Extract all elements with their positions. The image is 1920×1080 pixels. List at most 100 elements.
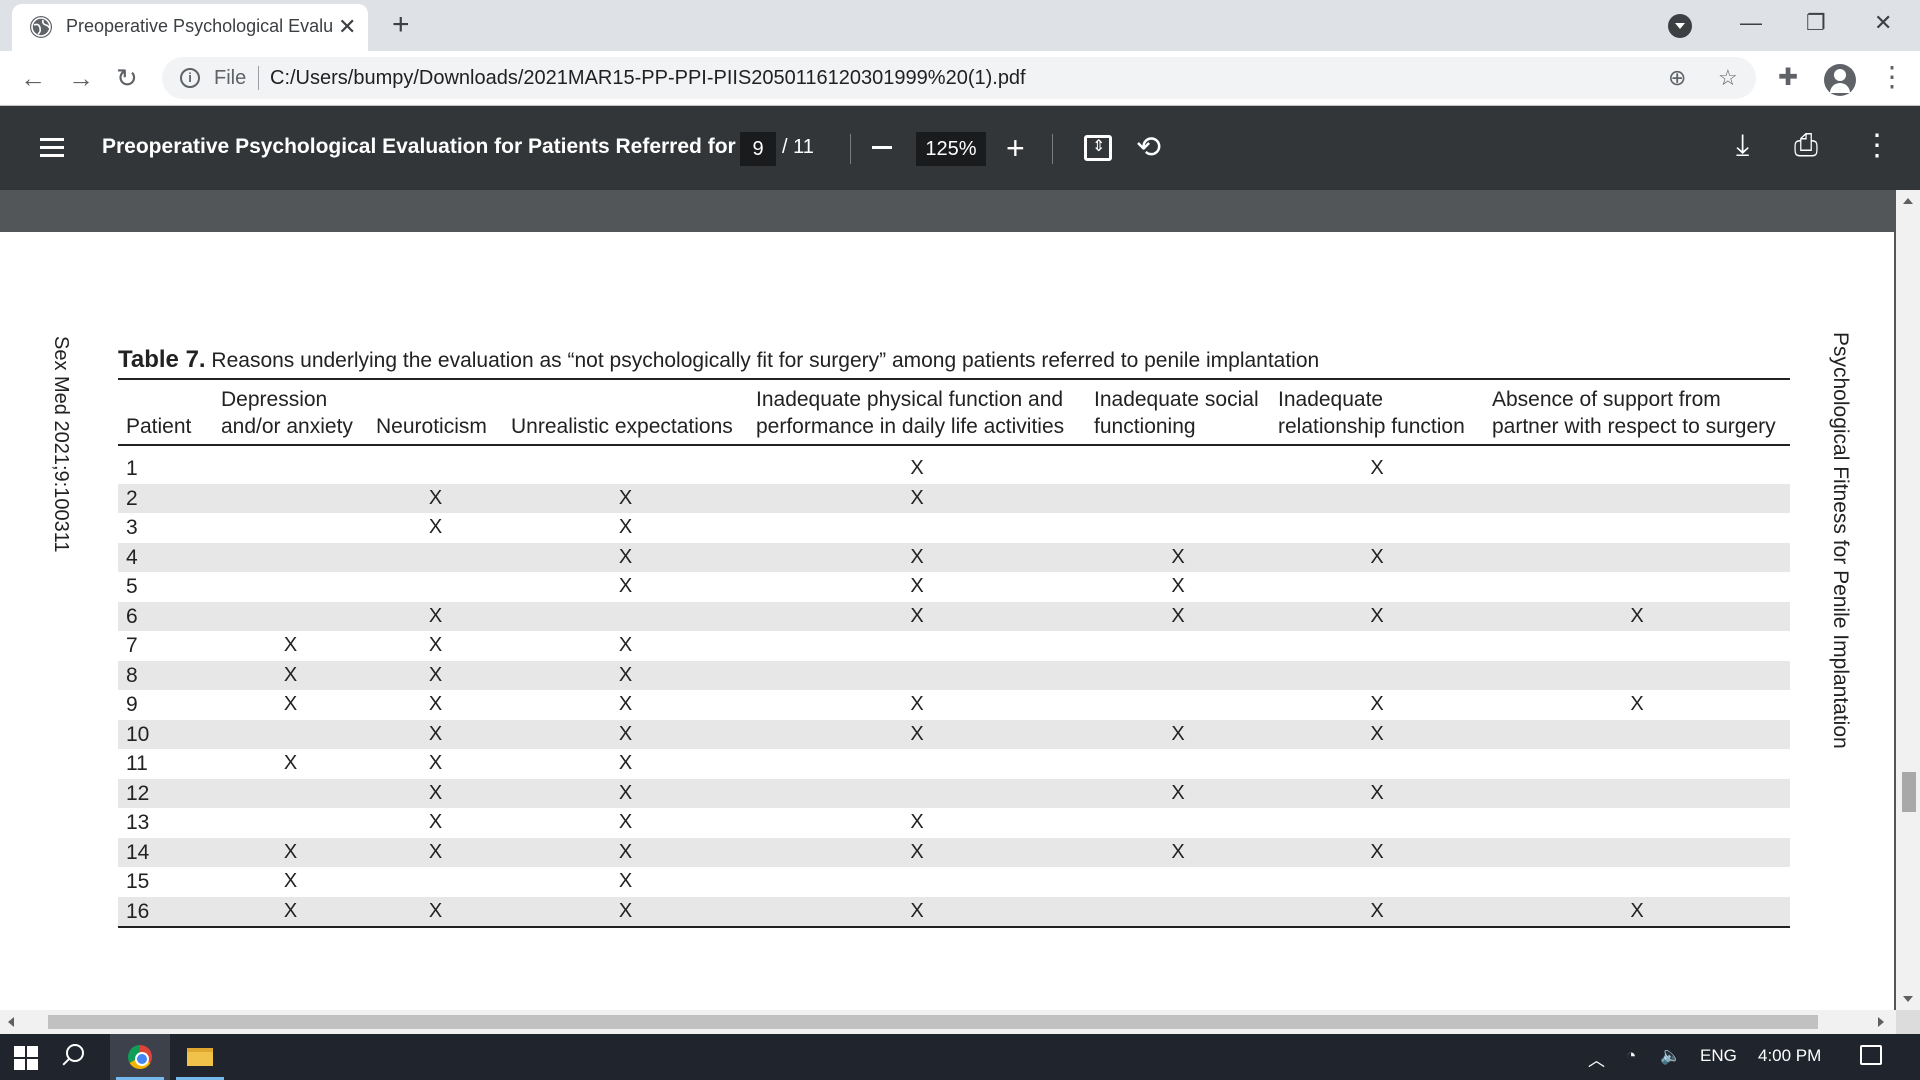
restore-icon[interactable]: ❐ [1806,8,1826,38]
reason-cell: X [1270,837,1484,867]
horizontal-scroll-thumb[interactable] [48,1015,1818,1029]
zoom-level-input[interactable]: 125% [916,132,986,166]
scrollbar-corner [1896,1010,1920,1034]
reason-cell [1484,778,1790,808]
reason-cell: X [368,601,503,631]
search-icon[interactable] [66,1044,84,1062]
scroll-up-icon[interactable] [1903,198,1913,204]
reason-cell [368,867,503,897]
browser-menu-icon[interactable]: ⋮ [1878,61,1906,93]
close-window-icon[interactable]: ✕ [1874,8,1892,38]
windows-start-icon[interactable] [14,1046,38,1070]
extensions-icon[interactable]: ✚ [1778,63,1798,92]
hamburger-menu-icon[interactable] [40,138,64,162]
scroll-left-icon[interactable] [8,1017,14,1027]
reason-cell: X [1484,896,1790,928]
col-header: Patient [118,378,213,446]
reason-cell [503,445,748,484]
taskbar: ︿ ◔ 🔈 ENG 4:00 PM [0,1034,1920,1080]
pdf-toolbar: Preoperative Psychological Evaluation fo… [0,106,1920,190]
reason-cell: X [618,693,633,715]
reason-cell: X [618,811,633,833]
back-icon[interactable]: ← [20,61,46,95]
folder-icon [187,1048,213,1066]
taskbar-file-explorer[interactable] [170,1034,230,1080]
reason-cell: X [213,837,368,867]
notification-icon[interactable] [1860,1045,1882,1065]
zoom-in-icon[interactable]: + [1006,130,1025,166]
reason-cell: X [428,516,443,538]
reason-cell [748,778,1086,808]
reason-cell: X [213,896,368,928]
volume-icon[interactable]: 🔈 [1660,1046,1681,1066]
reason-cell [1484,719,1790,749]
table-body: 1XX2XXX3XX4XXXX5XXX6XXXXX7XXX8XXX9XXXXXX… [118,445,1790,928]
reason-cell [1086,660,1270,690]
horizontal-scrollbar[interactable] [0,1010,1896,1034]
print-icon[interactable]: ⎙ [1794,128,1818,164]
tab-search-icon[interactable] [1668,14,1692,38]
col-header: Depression and/or anxiety [213,378,368,446]
reason-cell [1484,542,1790,572]
minimize-icon[interactable]: — [1740,8,1762,38]
reason-cell [1086,749,1270,779]
forward-icon[interactable]: → [68,61,94,95]
url-text[interactable]: C:/Users/bumpy/Downloads/2021MAR15-PP-PP… [270,67,1026,90]
zoom-out-icon[interactable] [872,146,892,149]
zoom-icon[interactable]: ⊕ [1668,65,1686,91]
vertical-scrollbar[interactable] [1896,190,1920,1010]
reason-cell [1270,660,1484,690]
reason-cell [213,483,368,513]
show-hidden-icons-icon[interactable]: ︿ [1588,1046,1605,1071]
reason-cell [748,660,1086,690]
info-icon[interactable]: i [180,68,200,88]
reason-cell [368,572,503,602]
scroll-right-icon[interactable] [1878,1017,1884,1027]
reload-icon[interactable]: ↻ [116,61,138,95]
globe-icon [30,16,52,38]
table-caption: Table 7. Reasons underlying the evaluati… [118,346,1319,374]
reason-cell: X [1270,778,1484,808]
taskbar-chrome[interactable] [110,1034,170,1080]
table-caption-label: Table 7. [118,346,206,373]
reason-cell [1484,660,1790,690]
table-row: 16 X X X X X X [118,896,1790,928]
fit-to-page-icon[interactable] [1084,135,1112,161]
language-indicator[interactable]: ENG [1700,1046,1737,1066]
reason-cell: X [1484,601,1790,631]
browser-tab[interactable]: Preoperative Psychological Evalu ✕ [12,4,368,51]
profile-avatar-icon[interactable] [1824,64,1856,96]
vertical-scroll-thumb[interactable] [1902,772,1916,812]
page-number-input[interactable]: 9 [740,132,776,166]
table-row: 13 X X X [118,808,1790,838]
reason-cell: X [368,719,503,749]
reason-cell: X [503,483,748,513]
pdf-viewport[interactable]: Sex Med 2021;9:100311 Psychological Fitn… [0,190,1896,1010]
bookmark-star-icon[interactable]: ☆ [1718,65,1738,91]
file-label: File [214,67,247,89]
wifi-icon[interactable]: ◔ [1626,1046,1636,1066]
reason-cell [368,542,503,572]
rotate-icon[interactable]: ⟲ [1136,130,1161,166]
col-header: Absence of support from partner with res… [1484,378,1790,446]
new-tab-button[interactable]: + [392,8,410,42]
reason-cell [1484,808,1790,838]
table-row: 7 X X X [118,631,1790,661]
toolbar-divider [1052,134,1053,164]
reason-cell: X [428,634,443,656]
tab-close-icon[interactable]: ✕ [338,14,356,40]
patient-id-cell: 1 [126,457,138,480]
reason-cell: X [503,896,748,928]
reason-cell: X [910,693,924,715]
address-bar[interactable]: i File C:/Users/bumpy/Downloads/2021MAR1… [162,57,1756,99]
journal-citation: Sex Med 2021;9:100311 [50,336,72,553]
clock[interactable]: 4:00 PM [1758,1046,1821,1066]
reason-cell: X [283,752,298,774]
reason-cell [1484,837,1790,867]
table-row: 5 X X X [118,572,1790,602]
reason-cell: X [1086,542,1270,572]
download-icon[interactable]: ⤓ [1736,128,1749,164]
more-actions-icon[interactable]: ⋮ [1862,128,1892,164]
scroll-down-icon[interactable] [1903,996,1913,1002]
reason-cell: X [1270,896,1484,928]
